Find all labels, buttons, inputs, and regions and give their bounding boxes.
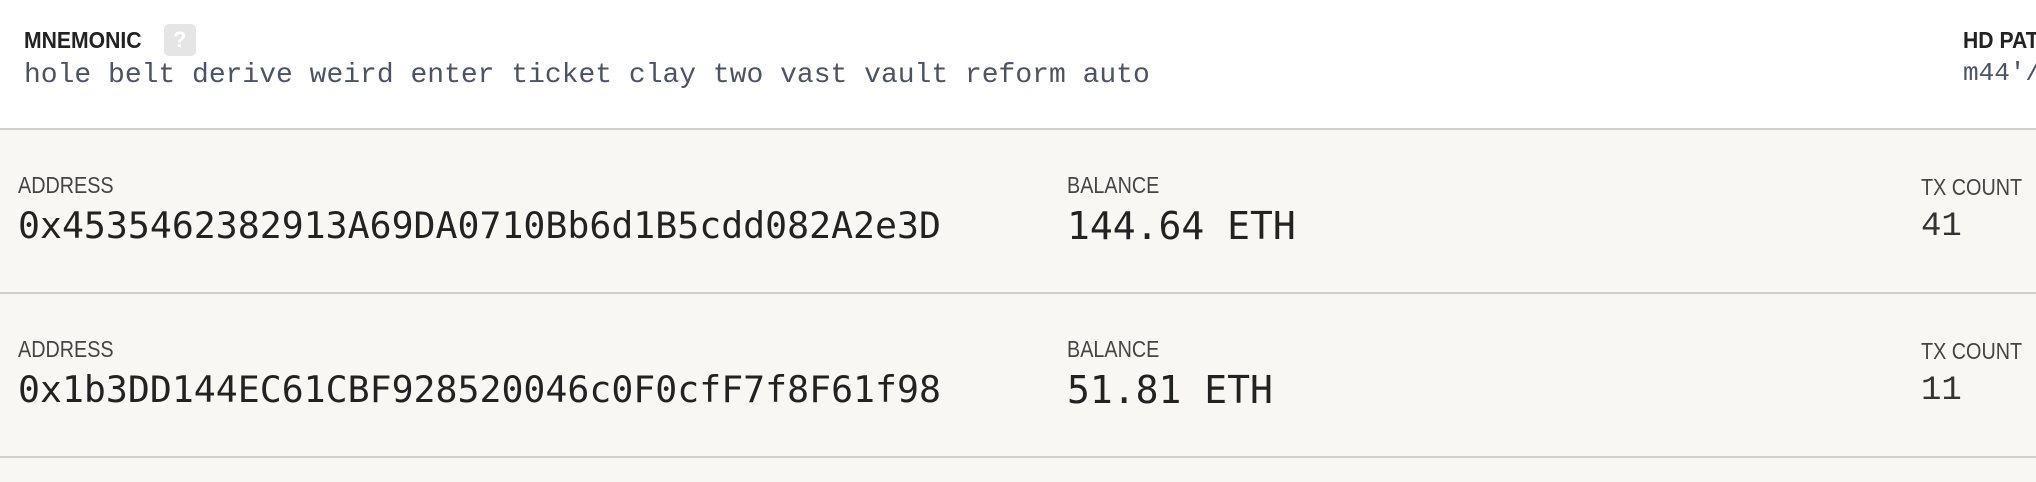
balance-value: 144.64 ETH (1067, 204, 1296, 248)
tx-count-value: 11 (1921, 372, 1962, 410)
tx-count-value: 41 (1921, 208, 1962, 246)
balance-label: BALANCE (1067, 336, 1160, 362)
address-label: ADDRESS (18, 172, 114, 198)
balance-value: 51.81 ETH (1067, 368, 1273, 412)
tx-count-label: TX COUNT (1921, 338, 2023, 364)
address-value: 0x4535462382913A69DA0710Bb6d1B5cdd082A2e… (18, 204, 941, 247)
hd-path-title-row: HD PATH (1963, 24, 2036, 56)
account-row[interactable]: ADDRESS 0x1b3DD144EC61CBF928520046c0F0cf… (0, 294, 2036, 458)
accounts-page: MNEMONIC ? hole belt derive weird enter … (0, 0, 2036, 482)
hd-path-value: m44'/60'/0'/0/account_index (1963, 58, 2036, 88)
balance-label: BALANCE (1067, 172, 1160, 198)
question-mark-icon[interactable]: ? (163, 24, 196, 56)
address-label: ADDRESS (18, 336, 114, 362)
mnemonic-title-row: MNEMONIC ? (24, 24, 196, 56)
tx-count-label: TX COUNT (1921, 174, 2023, 200)
account-row-partial (0, 458, 2036, 482)
account-row[interactable]: ADDRESS 0x4535462382913A69DA0710Bb6d1B5c… (0, 130, 2036, 294)
mnemonic-header: MNEMONIC ? hole belt derive weird enter … (0, 0, 2036, 130)
address-value: 0x1b3DD144EC61CBF928520046c0F0cfF7f8F61f… (18, 368, 941, 411)
mnemonic-phrase: hole belt derive weird enter ticket clay… (24, 60, 1150, 91)
hd-path-label: HD PATH (1963, 26, 2036, 53)
mnemonic-label: MNEMONIC (24, 26, 142, 53)
